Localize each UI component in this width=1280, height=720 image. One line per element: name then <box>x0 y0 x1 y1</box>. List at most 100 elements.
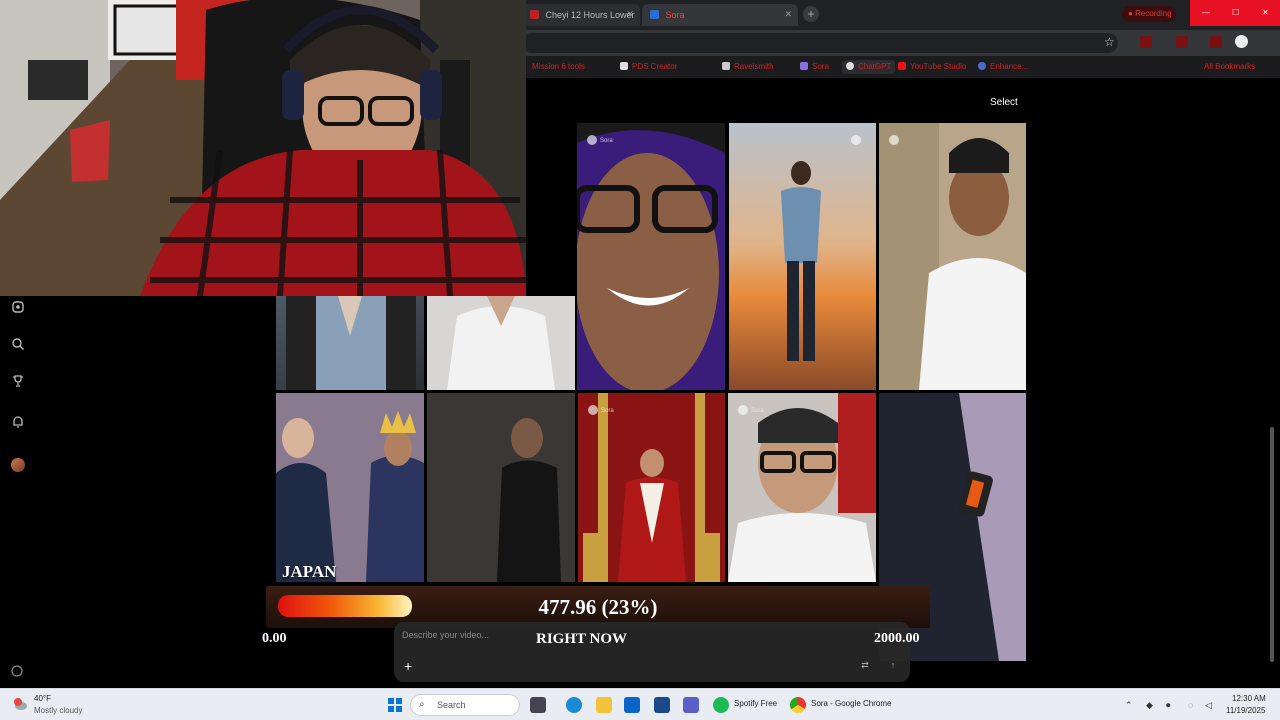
webcam-overlay <box>0 0 526 296</box>
close-tab-icon[interactable]: ✕ <box>626 9 634 20</box>
bookmark-item[interactable]: Ravelsmith <box>718 60 778 74</box>
taskbar-search[interactable]: ⌕ Search <box>410 694 520 716</box>
search-icon[interactable] <box>11 337 25 351</box>
bookmark-item[interactable]: YouTube Studio <box>894 60 970 74</box>
progress-period-label: RIGHT NOW <box>536 631 627 647</box>
clock-time[interactable]: 12:30 AM <box>1232 694 1266 703</box>
edge-icon[interactable] <box>566 697 582 713</box>
tile-thumbnail <box>286 296 416 390</box>
mic-icon[interactable]: ⏺ <box>1166 700 1171 711</box>
tab-cheyi[interactable]: Cheyi 12 Hours Lower ✕ <box>522 4 640 26</box>
home-icon[interactable] <box>11 300 25 314</box>
maximize-icon[interactable]: ☐ <box>1232 8 1240 17</box>
enhance-icon <box>978 62 986 70</box>
extension-icon[interactable] <box>1140 36 1152 48</box>
avatar[interactable] <box>11 458 25 472</box>
tile-thumbnail <box>427 296 575 390</box>
file-explorer-icon[interactable] <box>596 697 612 713</box>
tile-thumbnail <box>728 393 876 582</box>
tile-thumbnail <box>578 393 725 582</box>
copilot-icon[interactable] <box>530 697 546 713</box>
window-controls: — ☐ ✕ <box>1190 0 1280 26</box>
settings-icon[interactable]: ⇄ <box>860 660 870 670</box>
recording-indicator[interactable]: ● Recording <box>1122 6 1176 22</box>
bell-icon[interactable] <box>11 415 25 429</box>
weather-temp: 40°F <box>34 694 51 703</box>
new-tab-button[interactable]: + <box>803 6 819 22</box>
tray-app-icon[interactable]: ◆ <box>1146 700 1153 711</box>
link-icon <box>722 62 730 70</box>
webcam-feed <box>0 0 526 296</box>
all-bookmarks[interactable]: All Bookmarks <box>1200 60 1259 74</box>
outlook-icon[interactable] <box>624 697 640 713</box>
bookmark-item[interactable]: PDS Creator <box>616 60 681 74</box>
spotify-icon[interactable] <box>713 697 729 713</box>
progress-min-label: 0.00 <box>262 631 287 646</box>
add-media-button[interactable]: + <box>404 658 412 674</box>
extension-icon[interactable] <box>1176 36 1188 48</box>
tile-thumbnail <box>879 123 1026 390</box>
video-tile[interactable]: Sora <box>577 123 725 390</box>
bookmark-item[interactable]: Enhance... <box>974 60 1032 74</box>
send-icon[interactable]: ↑ <box>888 660 898 670</box>
bookmark-item[interactable]: Sora <box>796 60 833 74</box>
tab-favicon-icon <box>650 10 659 19</box>
minimize-icon[interactable]: — <box>1202 8 1210 17</box>
trophy-icon[interactable] <box>11 374 25 388</box>
windows-taskbar: 40°F Mostly cloudy ⌕ Search Spotify Free… <box>0 688 1280 720</box>
tile-thumbnail <box>276 393 424 582</box>
tab-favicon-icon <box>530 10 539 19</box>
video-tile[interactable] <box>879 123 1026 390</box>
tile-badge: Sora <box>588 405 614 415</box>
tile-badge <box>889 135 902 145</box>
search-label: Search <box>437 700 466 710</box>
youtube-icon <box>898 62 906 70</box>
bookmark-star-icon[interactable]: ☆ <box>1104 35 1115 49</box>
bookmark-item[interactable]: Mission 6 tools <box>528 60 589 74</box>
search-icon: ⌕ <box>419 699 425 710</box>
page-scrollbar[interactable] <box>1270 82 1276 682</box>
video-tile[interactable] <box>427 393 575 582</box>
tab-sora[interactable]: Sora ✕ <box>642 4 798 26</box>
store-icon[interactable] <box>654 697 670 713</box>
chrome-label[interactable]: Sora - Google Chrome <box>811 699 891 708</box>
prompt-input[interactable] <box>402 628 522 642</box>
chrome-icon[interactable] <box>790 697 806 713</box>
tile-badge: Sora <box>587 135 613 145</box>
close-tab-icon[interactable]: ✕ <box>784 9 792 20</box>
video-tile[interactable] <box>729 123 876 390</box>
recording-label: Recording <box>1135 9 1172 18</box>
video-tile[interactable]: Sora <box>578 393 725 582</box>
chatgpt-icon <box>846 62 854 70</box>
select-button[interactable]: Select <box>982 95 1026 110</box>
video-tile[interactable]: Sora <box>728 393 876 582</box>
close-window-icon[interactable]: ✕ <box>1262 8 1270 17</box>
activity-icon[interactable] <box>10 664 24 678</box>
tray-chevron-icon[interactable]: ⌃ <box>1125 700 1133 711</box>
prompt-composer: + ⇄ ↑ <box>394 622 910 682</box>
tab-label: Sora <box>665 10 685 20</box>
scrollbar-thumb[interactable] <box>1270 427 1274 662</box>
weather-desc: Mostly cloudy <box>34 706 83 715</box>
tile-thumbnail <box>577 123 725 390</box>
video-tile[interactable] <box>276 393 424 582</box>
sora-icon <box>800 62 808 70</box>
progress-value: 477.96 (23%) <box>538 595 658 619</box>
windows-start-icon[interactable] <box>388 698 402 712</box>
tab-label: Cheyi 12 Hours Lower <box>545 10 635 20</box>
gear-icon <box>620 62 628 70</box>
spotify-label[interactable]: Spotify Free <box>734 699 777 708</box>
video-tile[interactable] <box>427 296 575 390</box>
profile-avatar[interactable] <box>1235 35 1248 48</box>
omnibox[interactable] <box>522 33 1118 53</box>
teams-icon[interactable] <box>683 697 699 713</box>
extension-icon[interactable] <box>1210 36 1222 48</box>
bookmark-item[interactable]: ChatGPT <box>842 60 896 74</box>
volume-icon[interactable]: ◁ <box>1205 700 1212 711</box>
wifi-icon[interactable]: ◌ <box>1188 700 1193 710</box>
region-label: JAPAN <box>282 562 337 581</box>
tile-badge <box>851 135 864 145</box>
clock-date[interactable]: 11/19/2025 <box>1226 706 1265 715</box>
cloud-icon[interactable] <box>12 697 28 711</box>
video-tile[interactable] <box>276 296 424 390</box>
